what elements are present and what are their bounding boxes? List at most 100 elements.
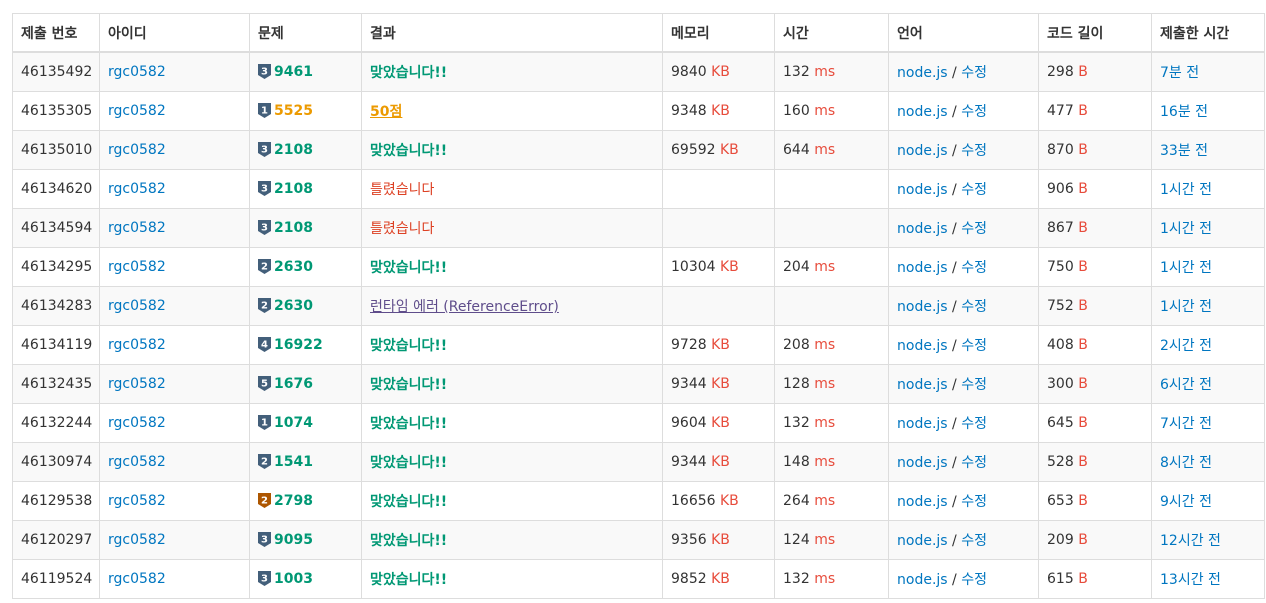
- code-length-cell: 653 B: [1038, 481, 1152, 521]
- edit-link[interactable]: 수정: [961, 143, 987, 159]
- submitted-at-link[interactable]: 7시간 전: [1160, 416, 1212, 432]
- problem-link[interactable]: 5525: [274, 103, 313, 119]
- user-link[interactable]: rgc0582: [108, 220, 166, 236]
- code-length-unit: B: [1078, 259, 1088, 275]
- edit-link[interactable]: 수정: [961, 260, 987, 276]
- result-text[interactable]: 런타임 에러 (ReferenceError): [370, 299, 559, 315]
- code-length-cell: 209 B: [1038, 520, 1152, 560]
- language-link[interactable]: node.js: [897, 455, 948, 471]
- edit-link[interactable]: 수정: [961, 104, 987, 120]
- edit-link[interactable]: 수정: [961, 416, 987, 432]
- submitted-at-link[interactable]: 1시간 전: [1160, 182, 1212, 198]
- problem-link[interactable]: 2108: [274, 181, 313, 197]
- submitted-at-cell: 7분 전: [1151, 51, 1265, 92]
- user-link[interactable]: rgc0582: [108, 337, 166, 353]
- silver-tier-badge-icon: 2: [258, 454, 271, 469]
- submitted-at-link[interactable]: 1시간 전: [1160, 260, 1212, 276]
- separator: /: [952, 143, 957, 159]
- code-length-value: 645: [1047, 415, 1074, 431]
- edit-link[interactable]: 수정: [961, 455, 987, 471]
- edit-link[interactable]: 수정: [961, 221, 987, 237]
- problem-link[interactable]: 2630: [274, 259, 313, 275]
- user-link[interactable]: rgc0582: [108, 259, 166, 275]
- submitted-at-link[interactable]: 2시간 전: [1160, 338, 1212, 354]
- user-link[interactable]: rgc0582: [108, 415, 166, 431]
- silver-tier-badge-icon: 3: [258, 142, 271, 157]
- language-link[interactable]: node.js: [897, 221, 948, 237]
- time-value: 124: [783, 532, 810, 548]
- edit-link[interactable]: 수정: [961, 533, 987, 549]
- language-link[interactable]: node.js: [897, 377, 948, 393]
- submitted-at-link[interactable]: 1시간 전: [1160, 299, 1212, 315]
- edit-link[interactable]: 수정: [961, 65, 987, 81]
- submitted-at-link[interactable]: 13시간 전: [1160, 572, 1221, 588]
- problem-link[interactable]: 9461: [274, 64, 313, 80]
- user-link[interactable]: rgc0582: [108, 181, 166, 197]
- problem-link[interactable]: 2108: [274, 142, 313, 158]
- language-link[interactable]: node.js: [897, 572, 948, 588]
- user-link[interactable]: rgc0582: [108, 298, 166, 314]
- problem-link[interactable]: 1676: [274, 376, 313, 392]
- language-link[interactable]: node.js: [897, 65, 948, 81]
- result-text: 맞았습니다!!: [370, 143, 448, 159]
- problem-link[interactable]: 1074: [274, 415, 313, 431]
- edit-link[interactable]: 수정: [961, 494, 987, 510]
- tier-level: 4: [261, 340, 268, 351]
- user-link[interactable]: rgc0582: [108, 532, 166, 548]
- language-link[interactable]: node.js: [897, 260, 948, 276]
- language-link[interactable]: node.js: [897, 182, 948, 198]
- user-link[interactable]: rgc0582: [108, 103, 166, 119]
- problem-link[interactable]: 9095: [274, 532, 313, 548]
- submitted-at-link[interactable]: 8시간 전: [1160, 455, 1212, 471]
- edit-link[interactable]: 수정: [961, 572, 987, 588]
- problem-link[interactable]: 2108: [274, 220, 313, 236]
- user-link[interactable]: rgc0582: [108, 64, 166, 80]
- submitted-at-link[interactable]: 9시간 전: [1160, 494, 1212, 510]
- language-link[interactable]: node.js: [897, 533, 948, 549]
- language-link[interactable]: node.js: [897, 494, 948, 510]
- time-unit: ms: [814, 376, 836, 392]
- problem-cell: 2 2630: [249, 286, 362, 326]
- problem-link[interactable]: 2630: [274, 298, 313, 314]
- user-link[interactable]: rgc0582: [108, 376, 166, 392]
- user-link[interactable]: rgc0582: [108, 454, 166, 470]
- table-row: 46134594 rgc0582 3 2108 틀렸습니다 node.js / 수정 867…: [12, 208, 1265, 248]
- edit-link[interactable]: 수정: [961, 299, 987, 315]
- edit-link[interactable]: 수정: [961, 377, 987, 393]
- submitted-at-link[interactable]: 6시간 전: [1160, 377, 1212, 393]
- problem-link[interactable]: 16922: [274, 337, 323, 353]
- result-text: 틀렸습니다: [370, 221, 435, 237]
- user-link[interactable]: rgc0582: [108, 142, 166, 158]
- memory-unit: KB: [711, 376, 730, 392]
- separator: /: [952, 260, 957, 276]
- user-link[interactable]: rgc0582: [108, 493, 166, 509]
- language-link[interactable]: node.js: [897, 143, 948, 159]
- submitted-at-link[interactable]: 16분 전: [1160, 104, 1208, 120]
- memory-cell: 69592 KB: [662, 130, 775, 170]
- language-link[interactable]: node.js: [897, 104, 948, 120]
- tier-level: 3: [261, 145, 268, 156]
- tier-level: 2: [261, 262, 268, 273]
- time-value: 160: [783, 103, 810, 119]
- edit-link[interactable]: 수정: [961, 182, 987, 198]
- submitted-at-link[interactable]: 1시간 전: [1160, 221, 1212, 237]
- user-cell: rgc0582: [99, 247, 250, 287]
- language-link[interactable]: node.js: [897, 299, 948, 315]
- submitted-at-link[interactable]: 12시간 전: [1160, 533, 1221, 549]
- time-cell: 208 ms: [774, 325, 889, 365]
- edit-link[interactable]: 수정: [961, 338, 987, 354]
- problem-cell: 3 2108: [249, 169, 362, 209]
- language-link[interactable]: node.js: [897, 416, 948, 432]
- table-row: 46135010 rgc0582 3 2108 맞았습니다!! 69592 KB 644 m…: [12, 130, 1265, 170]
- silver-tier-badge-icon: 3: [258, 220, 271, 235]
- code-length-value: 408: [1047, 337, 1074, 353]
- problem-link[interactable]: 2798: [274, 493, 313, 509]
- result-text[interactable]: 50점: [370, 104, 402, 120]
- submitted-at-link[interactable]: 7분 전: [1160, 65, 1199, 81]
- problem-link[interactable]: 1541: [274, 454, 313, 470]
- submission-id-cell: 46134119: [12, 325, 100, 365]
- user-link[interactable]: rgc0582: [108, 571, 166, 587]
- language-link[interactable]: node.js: [897, 338, 948, 354]
- problem-link[interactable]: 1003: [274, 571, 313, 587]
- submitted-at-link[interactable]: 33분 전: [1160, 143, 1208, 159]
